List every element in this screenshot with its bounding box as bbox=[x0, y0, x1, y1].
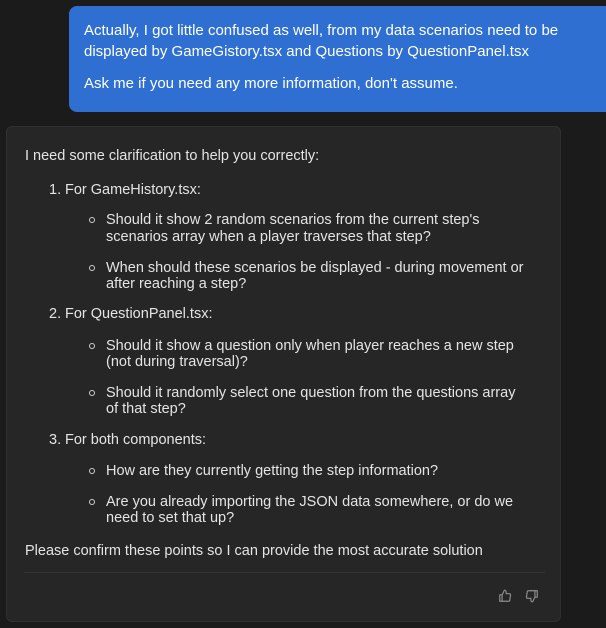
bullet-text: Should it show a question only when play… bbox=[106, 338, 514, 354]
bullet-text: When should these scenarios be displayed… bbox=[106, 260, 524, 276]
user-message-bubble: Actually, I got little confused as well,… bbox=[69, 6, 606, 112]
bullet-marker bbox=[89, 499, 95, 505]
user-message-line: Actually, I got little confused as well,… bbox=[84, 22, 559, 39]
user-message-paragraph: Actually, I got little confused as well,… bbox=[84, 20, 586, 62]
section-title: For QuestionPanel.tsx: bbox=[65, 306, 213, 322]
bullet-text: How are they currently getting the step … bbox=[106, 463, 439, 479]
bullet-marker bbox=[89, 468, 95, 474]
user-message-paragraph: Ask me if you need any more information,… bbox=[84, 75, 458, 92]
assistant-intro: I need some clarification to help you co… bbox=[25, 148, 320, 164]
section-number: 3. bbox=[49, 432, 62, 448]
user-message-line: displayed by GameGistory.tsx and Questio… bbox=[84, 43, 529, 60]
bullet-text: of that step? bbox=[106, 401, 186, 417]
bullet-text: Should it randomly select one question f… bbox=[106, 385, 516, 401]
section-title: For both components: bbox=[65, 432, 207, 448]
bullet-text: (not during traversal)? bbox=[106, 354, 248, 370]
thumbs-up-icon[interactable] bbox=[497, 588, 513, 604]
bullet-marker bbox=[89, 217, 95, 223]
section-number: 2. bbox=[49, 306, 62, 322]
bullet-marker bbox=[89, 390, 95, 396]
thumbs-down-icon[interactable] bbox=[524, 588, 540, 604]
section-title: For GameHistory.tsx: bbox=[65, 182, 201, 198]
bullet-text: after reaching a step? bbox=[106, 276, 247, 292]
bullet-marker bbox=[89, 265, 95, 271]
action-divider bbox=[24, 572, 545, 573]
assistant-closing: Please confirm these points so I can pro… bbox=[25, 543, 483, 559]
bullet-text: need to set that up? bbox=[106, 510, 235, 526]
bullet-marker bbox=[89, 343, 95, 349]
bullet-text: Are you already importing the JSON data … bbox=[106, 494, 514, 510]
bullet-text: scenarios array when a player traverses … bbox=[106, 229, 431, 245]
section-number: 1. bbox=[49, 182, 62, 198]
bullet-text: Should it show 2 random scenarios from t… bbox=[106, 212, 480, 228]
